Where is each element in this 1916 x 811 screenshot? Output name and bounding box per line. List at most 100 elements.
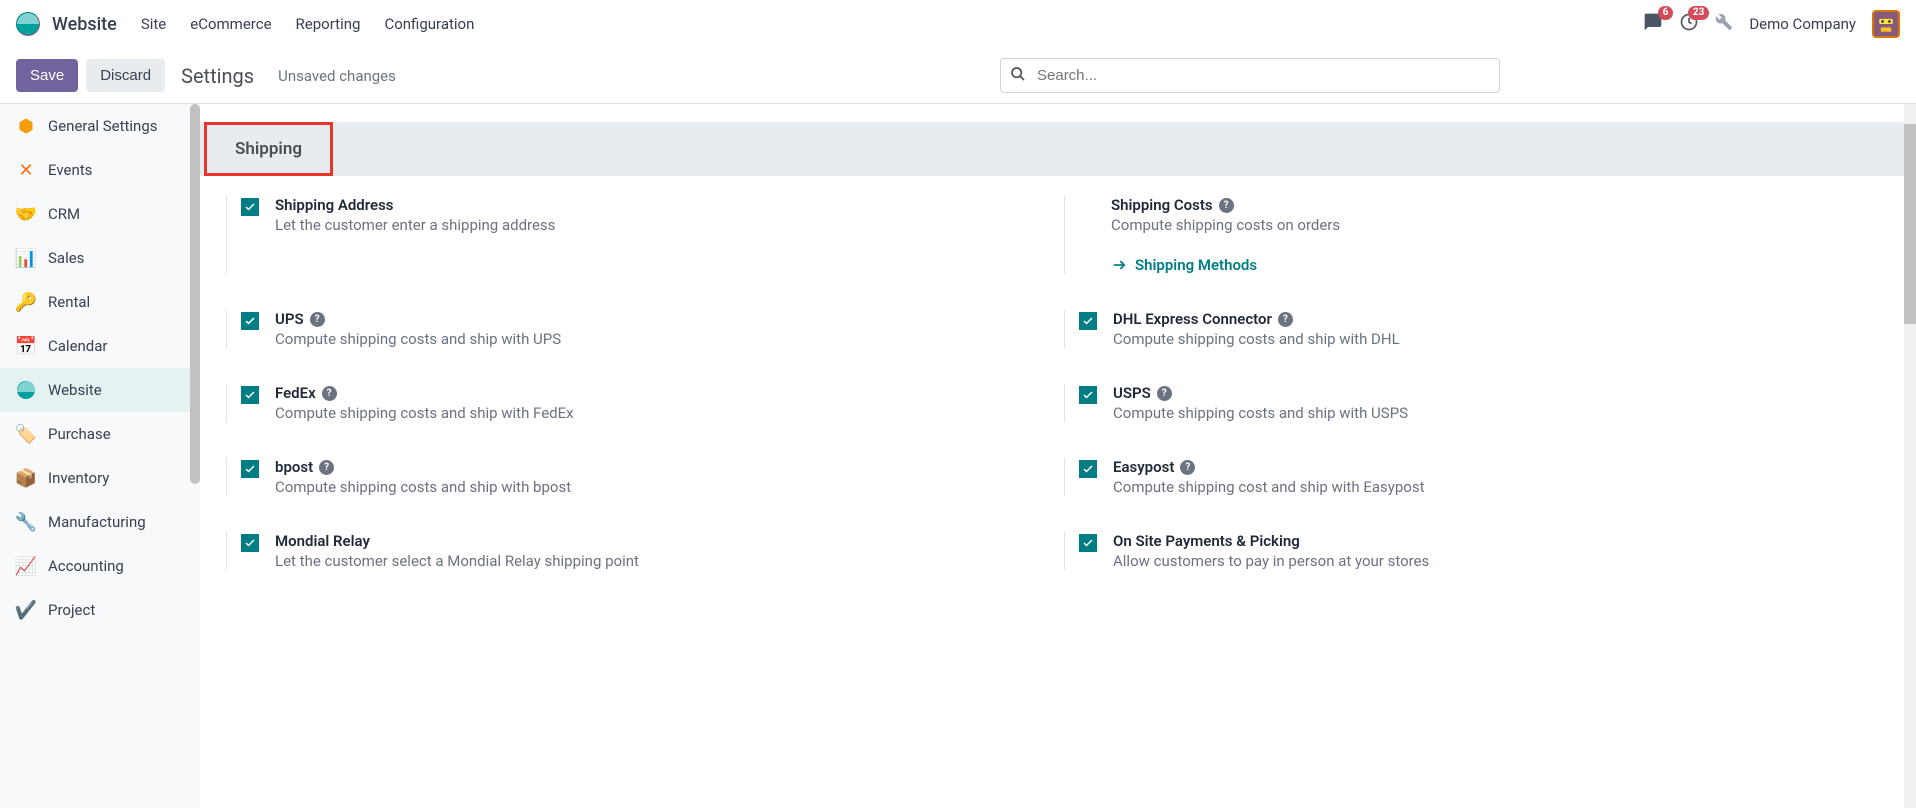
checkbox-bpost[interactable]	[241, 460, 259, 478]
checkbox-onsite[interactable]	[1079, 534, 1097, 552]
section-title-shipping: Shipping	[204, 122, 333, 176]
search-container	[1000, 58, 1500, 93]
sidebar-item-inventory[interactable]: 📦 Inventory	[0, 456, 200, 500]
activities-icon[interactable]: 23	[1679, 12, 1699, 36]
company-selector[interactable]: Demo Company	[1749, 15, 1856, 33]
sidebar-item-accounting[interactable]: 📈 Accounting	[0, 544, 200, 588]
sidebar-item-general-settings[interactable]: ⬢ General Settings	[0, 104, 200, 148]
sidebar-item-project[interactable]: ✔️ Project	[0, 588, 200, 632]
nav-site[interactable]: Site	[141, 15, 166, 33]
sidebar-item-label: General Settings	[48, 117, 158, 135]
checkbox-mondial[interactable]	[241, 534, 259, 552]
setting-bpost: bpost? Compute shipping costs and ship w…	[226, 458, 1038, 496]
setting-easypost: Easypost? Compute shipping cost and ship…	[1064, 458, 1876, 496]
checkbox-easypost[interactable]	[1079, 460, 1097, 478]
messages-icon[interactable]: 6	[1643, 12, 1663, 36]
key-icon: 🔑	[16, 292, 36, 312]
gear-hex-icon: ⬢	[16, 116, 36, 136]
checkbox-shipping-address[interactable]	[241, 198, 259, 216]
nav-configuration[interactable]: Configuration	[384, 15, 474, 33]
setting-desc: Compute shipping costs and ship with Fed…	[275, 404, 1038, 422]
setting-desc: Compute shipping costs on orders	[1111, 216, 1876, 234]
setting-title: Easypost?	[1113, 458, 1876, 476]
events-icon: ✕	[16, 160, 36, 180]
setting-title: FedEx?	[275, 384, 1038, 402]
sidebar-item-sales[interactable]: 📊 Sales	[0, 236, 200, 280]
box-icon: 📦	[16, 468, 36, 488]
help-icon[interactable]: ?	[1278, 312, 1293, 327]
search-icon	[1010, 66, 1026, 86]
help-icon[interactable]: ?	[1180, 460, 1195, 475]
settings-grid: Shipping Address Let the customer enter …	[200, 176, 1916, 590]
setting-mondial-relay: Mondial Relay Let the customer select a …	[226, 532, 1038, 570]
sidebar-item-label: Website	[48, 381, 102, 399]
sidebar-item-website[interactable]: Website	[0, 368, 200, 412]
checkbox-dhl[interactable]	[1079, 312, 1097, 330]
sidebar-item-label: Rental	[48, 293, 90, 311]
sidebar-item-label: Manufacturing	[48, 513, 146, 531]
sidebar-item-events[interactable]: ✕ Events	[0, 148, 200, 192]
save-button[interactable]: Save	[16, 59, 78, 92]
setting-fedex: FedEx? Compute shipping costs and ship w…	[226, 384, 1038, 422]
sidebar-item-label: Sales	[48, 249, 84, 267]
accounting-icon: 📈	[16, 556, 36, 576]
setting-desc: Compute shipping costs and ship with UPS	[275, 330, 1038, 348]
handshake-icon: 🤝	[16, 204, 36, 224]
purchase-icon: 🏷️	[16, 424, 36, 444]
bar-chart-icon: 📊	[16, 248, 36, 268]
user-avatar[interactable]	[1872, 10, 1900, 38]
sidebar-item-label: CRM	[48, 205, 80, 223]
content-scrollbar-track[interactable]	[1904, 104, 1916, 808]
setting-onsite-payments: On Site Payments & Picking Allow custome…	[1064, 532, 1876, 570]
setting-desc: Let the customer enter a shipping addres…	[275, 216, 1038, 234]
help-icon[interactable]: ?	[1219, 198, 1234, 213]
check-icon: ✔️	[16, 600, 36, 620]
nav-menu: Site eCommerce Reporting Configuration	[141, 15, 475, 33]
sidebar-item-manufacturing[interactable]: 🔧 Manufacturing	[0, 500, 200, 544]
setting-desc: Compute shipping cost and ship with Easy…	[1113, 478, 1876, 496]
sidebar-item-label: Purchase	[48, 425, 111, 443]
help-icon[interactable]: ?	[319, 460, 334, 475]
setting-title: Mondial Relay	[275, 532, 1038, 550]
help-icon[interactable]: ?	[310, 312, 325, 327]
activities-badge: 23	[1688, 6, 1709, 20]
nav-ecommerce[interactable]: eCommerce	[190, 15, 271, 33]
sidebar-item-label: Project	[48, 601, 95, 619]
section-header: Shipping	[200, 122, 1916, 176]
tools-icon[interactable]	[1715, 13, 1733, 35]
sidebar-item-rental[interactable]: 🔑 Rental	[0, 280, 200, 324]
app-logo[interactable]	[16, 12, 40, 36]
setting-title: DHL Express Connector?	[1113, 310, 1876, 328]
setting-title: UPS?	[275, 310, 1038, 328]
help-icon[interactable]: ?	[1157, 386, 1172, 401]
discard-button[interactable]: Discard	[86, 59, 165, 92]
checkbox-ups[interactable]	[241, 312, 259, 330]
sidebar-item-crm[interactable]: 🤝 CRM	[0, 192, 200, 236]
checkbox-usps[interactable]	[1079, 386, 1097, 404]
setting-desc: Compute shipping costs and ship with USP…	[1113, 404, 1876, 422]
sidebar-item-purchase[interactable]: 🏷️ Purchase	[0, 412, 200, 456]
setting-title: bpost?	[275, 458, 1038, 476]
setting-desc: Compute shipping costs and ship with bpo…	[275, 478, 1038, 496]
search-input[interactable]	[1000, 58, 1500, 93]
sidebar-item-label: Events	[48, 161, 92, 179]
sidebar-item-label: Calendar	[48, 337, 108, 355]
sidebar-item-calendar[interactable]: 📅 Calendar	[0, 324, 200, 368]
setting-dhl: DHL Express Connector? Compute shipping …	[1064, 310, 1876, 348]
content-scrollbar-thumb[interactable]	[1904, 124, 1916, 324]
calendar-icon: 📅	[16, 336, 36, 356]
setting-title: Shipping Costs?	[1111, 196, 1876, 214]
nav-reporting[interactable]: Reporting	[296, 15, 361, 33]
sidebar-item-label: Accounting	[48, 557, 124, 575]
globe-icon	[16, 380, 36, 400]
app-title[interactable]: Website	[52, 14, 117, 35]
help-icon[interactable]: ?	[322, 386, 337, 401]
setting-desc: Let the customer select a Mondial Relay …	[275, 552, 1038, 570]
sidebar-scrollbar[interactable]	[190, 104, 200, 484]
setting-title: On Site Payments & Picking	[1113, 532, 1876, 550]
shipping-methods-link[interactable]: Shipping Methods	[1111, 256, 1876, 274]
nav-right: 6 23 Demo Company	[1643, 10, 1900, 38]
link-label: Shipping Methods	[1135, 256, 1257, 274]
checkbox-fedex[interactable]	[241, 386, 259, 404]
control-bar: Save Discard Settings Unsaved changes	[0, 48, 1916, 103]
